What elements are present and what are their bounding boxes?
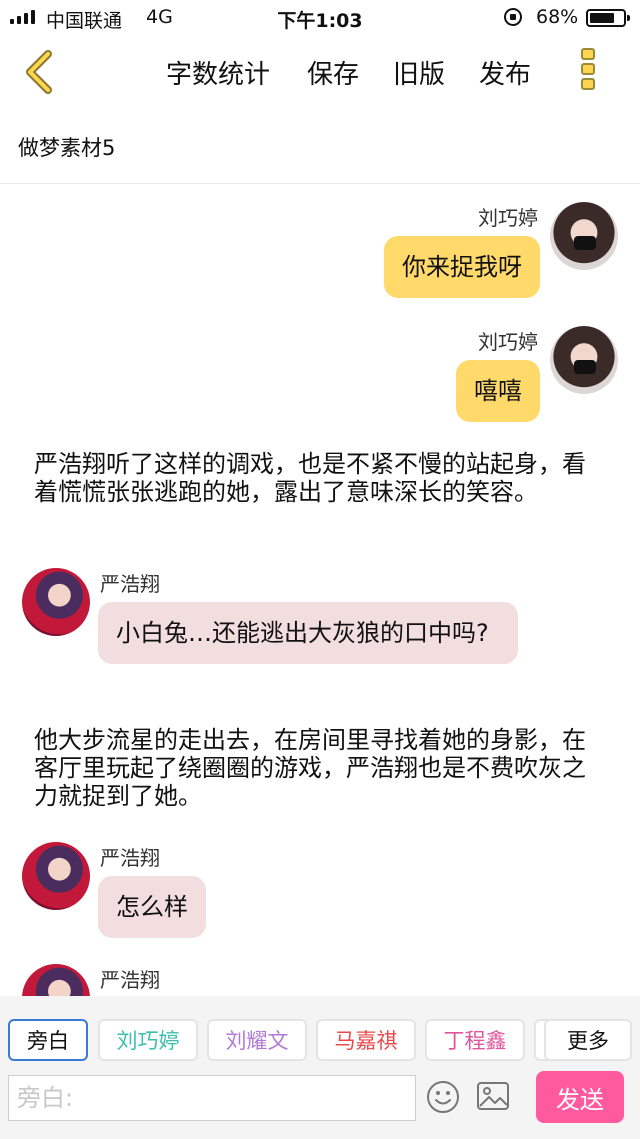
chat-bubble[interactable]: 你来捉我呀 [384,236,540,298]
publish-button[interactable]: 发布 [479,54,531,91]
image-icon[interactable] [476,1081,510,1111]
chat-bubble[interactable]: 嘻嘻 [456,360,540,422]
story-chat-area[interactable]: 刘巧婷 你来捉我呀 刘巧婷 嘻嘻 严浩翔听了这样的调戏，也是不紧不慢的站起身，看… [0,184,640,996]
battery-percentage: 68% [536,6,579,28]
avatar[interactable] [22,568,90,636]
narration-text[interactable]: 他大步流星的走出去，在房间里寻找着她的身影，在客厅里玩起了绕圈圈的游戏，严浩翔也… [34,726,606,810]
character-chip-narrator[interactable]: 旁白 [8,1019,88,1061]
more-characters-button[interactable]: 更多 [544,1019,632,1061]
avatar[interactable] [22,964,90,996]
word-count-button[interactable]: 字数统计 [166,54,270,91]
message-input[interactable] [8,1075,416,1121]
avatar[interactable] [550,326,618,394]
character-chip[interactable]: 刘耀文 [207,1019,307,1061]
status-bar: 中国联通 4G 下午1:03 68% [0,0,640,36]
avatar[interactable] [550,202,618,270]
character-chip[interactable]: 马嘉祺 [316,1019,416,1061]
back-icon[interactable] [20,50,64,94]
chat-bubble[interactable]: 小白兔…还能逃出大灰狼的口中吗? [98,602,518,664]
sender-name: 严浩翔 [100,572,160,596]
save-button[interactable]: 保存 [307,54,359,91]
editor-toolbar: 字数统计 保存 旧版 发布 [0,40,640,106]
avatar[interactable] [22,842,90,910]
sender-name: 刘巧婷 [478,330,538,354]
send-button[interactable]: 发送 [536,1071,624,1123]
old-version-button[interactable]: 旧版 [393,54,445,91]
sender-name: 严浩翔 [100,846,160,870]
narration-text[interactable]: 严浩翔听了这样的调戏，也是不紧不慢的站起身，看着慌慌张张逃跑的她，露出了意味深长… [34,450,606,506]
battery-icon [586,9,630,27]
composer-panel: 旁白 刘巧婷 刘耀文 马嘉祺 丁程鑫 更多 发送 [0,996,640,1139]
smiley-icon[interactable] [426,1080,460,1114]
sender-name: 严浩翔 [100,968,160,992]
rotation-lock-icon [504,8,522,26]
more-menu-icon[interactable] [576,48,600,98]
chat-bubble[interactable]: 怎么样 [98,876,206,938]
sender-name: 刘巧婷 [478,206,538,230]
character-chip[interactable]: 刘巧婷 [98,1019,198,1061]
document-title: 做梦素材5 [18,136,116,160]
character-chip[interactable]: 丁程鑫 [425,1019,525,1061]
